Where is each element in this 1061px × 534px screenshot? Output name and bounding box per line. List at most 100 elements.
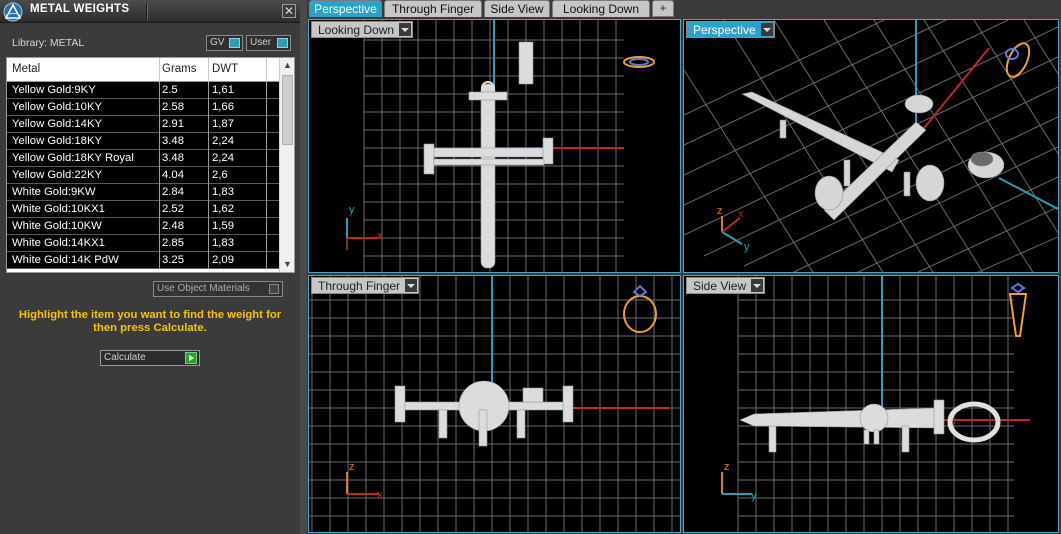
axis-label-x: x — [738, 208, 744, 220]
cell-divider — [266, 116, 267, 133]
metal-cell: White Gold:14K PdW — [12, 254, 119, 266]
gv-label: GV — [210, 37, 225, 48]
table-row[interactable]: Yellow Gold:22KY 4.04 2,6 — [7, 167, 279, 184]
axis-label-y: y — [744, 241, 750, 253]
cell-divider — [208, 184, 209, 201]
perspective-grid — [684, 20, 1058, 272]
viewport-perspective[interactable]: z x y Perspective — [683, 19, 1059, 273]
chevron-down-icon[interactable] — [760, 23, 773, 36]
column-header-dwt[interactable]: DWT — [212, 63, 238, 75]
column-header-grams[interactable]: Grams — [162, 63, 197, 75]
metal-cell: Yellow Gold:9KY — [12, 84, 96, 96]
calculate-button[interactable]: Calculate — [100, 350, 200, 366]
metal-cell: White Gold:10KW — [12, 220, 102, 232]
ring-gizmo-icon — [623, 284, 657, 333]
viewport-title: Looking Down — [318, 23, 395, 37]
cell-divider — [266, 82, 267, 99]
add-tab-button[interactable]: + — [652, 0, 674, 17]
metal-table: Metal Grams DWT Yellow Gold:9KY 2.5 1,61 Ye… — [6, 57, 295, 273]
cell-divider — [208, 150, 209, 167]
viewport-title: Perspective — [693, 23, 756, 37]
cell-divider — [159, 218, 160, 235]
metal-cell: Yellow Gold:22KY — [12, 169, 103, 181]
grams-cell: 2.84 — [162, 186, 184, 198]
gv-toggle-knob — [229, 38, 240, 48]
tab-side-view[interactable]: Side View — [484, 0, 550, 17]
cell-divider — [208, 235, 209, 252]
cell-divider — [208, 218, 209, 235]
dwt-cell: 1,61 — [212, 84, 234, 96]
panel-titlebar: METAL WEIGHTS ✕ — [0, 0, 300, 23]
cell-divider — [159, 82, 160, 99]
axis-label-y: y — [349, 204, 355, 216]
panel-splitter[interactable] — [300, 0, 307, 534]
jewelry-model-perspective — [741, 91, 1005, 221]
cell-divider — [159, 116, 160, 133]
dwt-cell: 2,6 — [212, 169, 228, 181]
tab-looking-down[interactable]: Looking Down — [552, 0, 650, 17]
table-row[interactable]: Yellow Gold:18KY 3.48 2,24 — [7, 133, 279, 150]
table-row[interactable]: White Gold:14K PdW 3.25 2,09 — [7, 252, 279, 269]
table-row[interactable]: White Gold:10KW 2.48 1,59 — [7, 218, 279, 235]
viewport-label-looking-down[interactable]: Looking Down — [311, 21, 414, 38]
user-label: User — [250, 37, 272, 48]
cell-divider — [266, 133, 267, 150]
viewport-label-through-finger[interactable]: Through Finger — [311, 277, 420, 294]
viewport-side-view[interactable]: z y Side View — [683, 275, 1059, 533]
table-row[interactable]: Yellow Gold:10KY 2.58 1,66 — [7, 99, 279, 116]
axis-label-y: y — [751, 490, 757, 502]
checkbox-icon — [269, 284, 279, 294]
viewport-looking-down[interactable]: y x Looking Down — [308, 19, 681, 273]
grams-cell: 3.48 — [162, 152, 184, 164]
scroll-down-arrow-icon[interactable]: ▼ — [280, 257, 294, 272]
dwt-cell: 1,62 — [212, 203, 234, 215]
ring-gizmo-icon — [623, 56, 655, 68]
cell-divider — [159, 252, 160, 269]
ring-gizmo-icon — [1008, 282, 1028, 337]
cell-divider — [208, 252, 209, 269]
table-row[interactable]: Yellow Gold:9KY 2.5 1,61 — [7, 82, 279, 99]
chevron-down-icon[interactable] — [399, 23, 412, 36]
column-header-metal[interactable]: Metal — [12, 63, 40, 75]
viewport-label-perspective[interactable]: Perspective — [686, 21, 775, 38]
tab-through-finger[interactable]: Through Finger — [384, 0, 482, 17]
close-button[interactable]: ✕ — [282, 4, 296, 18]
user-toggle[interactable]: User — [246, 35, 291, 51]
cell-divider — [159, 184, 160, 201]
y-axis-line — [998, 177, 1058, 211]
cell-divider — [266, 99, 267, 116]
viewport-through-finger[interactable]: z x Through Finger — [308, 275, 681, 533]
metal-cell: White Gold:9KW — [12, 186, 96, 198]
grams-cell: 3.48 — [162, 135, 184, 147]
axis-label-x: x — [377, 489, 383, 501]
title-divider — [146, 3, 148, 20]
grams-cell: 2.91 — [162, 118, 184, 130]
cell-divider — [266, 235, 267, 252]
use-object-materials-toggle[interactable]: Use Object Materials — [153, 281, 283, 297]
grams-cell: 2.85 — [162, 237, 184, 249]
chevron-down-icon[interactable] — [405, 279, 418, 292]
chevron-down-icon[interactable] — [751, 279, 764, 292]
gv-toggle[interactable]: GV — [206, 35, 243, 51]
scroll-up-arrow-icon[interactable]: ▲ — [280, 58, 294, 73]
cell-divider — [266, 167, 267, 184]
table-scrollbar[interactable]: ▲ ▼ — [279, 58, 294, 272]
cell-divider — [159, 201, 160, 218]
viewport-label-side-view[interactable]: Side View — [686, 277, 766, 294]
app-logo-icon — [3, 2, 23, 22]
scroll-thumb[interactable] — [282, 75, 293, 145]
table-row[interactable]: White Gold:14KX1 2.85 1,83 — [7, 235, 279, 252]
table-row[interactable]: White Gold:10KX1 2.52 1,62 — [7, 201, 279, 218]
tab-perspective[interactable]: Perspective — [309, 0, 382, 17]
panel-title: METAL WEIGHTS — [30, 3, 130, 15]
table-row[interactable]: Yellow Gold:14KY 2.91 1,87 — [7, 116, 279, 133]
metal-cell: Yellow Gold:18KY Royal — [12, 152, 134, 164]
column-divider — [159, 58, 160, 82]
table-row[interactable]: Yellow Gold:18KY Royal 3.48 2,24 — [7, 150, 279, 167]
side-view-canvas: z y — [721, 276, 1030, 532]
metal-cell: Yellow Gold:10KY — [12, 101, 103, 113]
cell-divider — [159, 235, 160, 252]
table-row[interactable]: White Gold:9KW 2.84 1,83 — [7, 184, 279, 201]
cell-divider — [159, 167, 160, 184]
cell-divider — [208, 201, 209, 218]
